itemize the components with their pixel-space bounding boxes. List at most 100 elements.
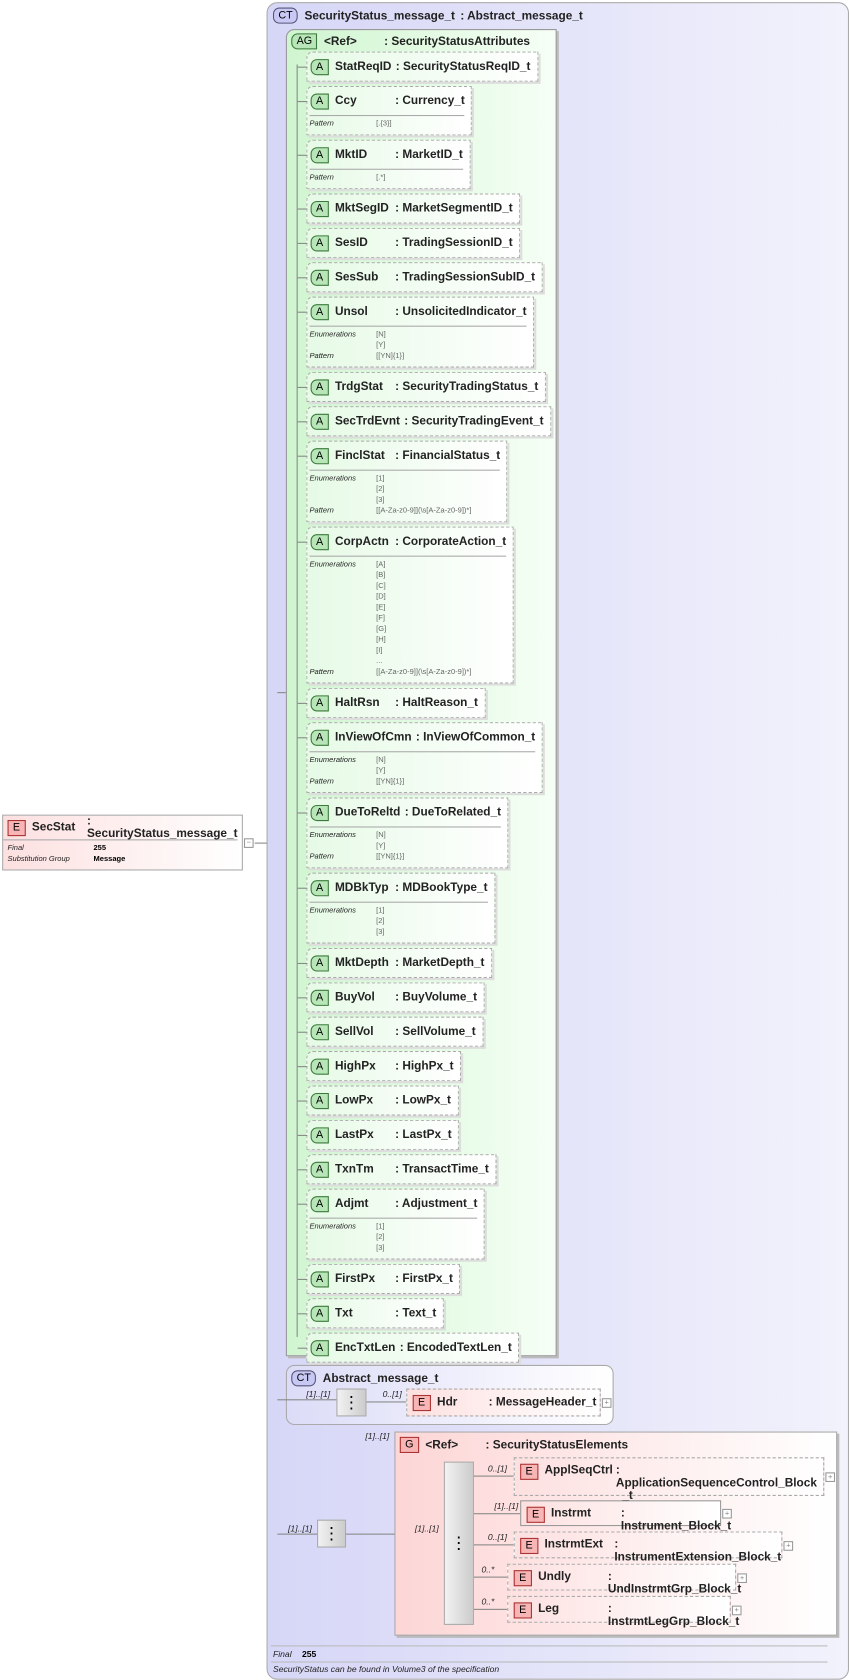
attribute-icon: A bbox=[310, 729, 329, 746]
connector bbox=[297, 154, 308, 156]
cardinality: 0..[1] bbox=[487, 1532, 508, 1543]
attribute-group-name: : SecurityStatusAttributes bbox=[384, 34, 530, 48]
cardinality: 0..* bbox=[481, 1564, 495, 1575]
attribute-name: InViewOfCmn bbox=[334, 730, 412, 744]
attribute-unsol[interactable]: A Unsol: UnsolicitedIndicator_t Enumeratio… bbox=[297, 296, 535, 368]
element-name: Leg bbox=[538, 1602, 560, 1616]
attribute-duetoreltd[interactable]: A DueToReltd: DueToRelated_t Enumerations [… bbox=[297, 797, 509, 869]
footer-note: SecurityStatus can be found in Volume3 o… bbox=[272, 1664, 500, 1675]
facet-value: [3] bbox=[376, 496, 385, 505]
attribute-inviewofcmn[interactable]: A InViewOfCmn: InViewOfCommon_t Enumeratio… bbox=[297, 722, 543, 794]
attribute-icon: A bbox=[310, 378, 329, 395]
attribute-sectrdevnt[interactable]: A SecTrdEvnt: SecurityTradingEvent_t bbox=[297, 406, 552, 437]
attribute-type: : FirstPx_t bbox=[395, 1272, 453, 1286]
facet-key: Enumerations bbox=[309, 907, 356, 915]
attribute-name: TrdgStat bbox=[334, 380, 383, 394]
schema-diagram: E SecStat : SecurityStatus_message_t Fin… bbox=[0, 0, 849, 1680]
attribute-icon: A bbox=[310, 413, 329, 430]
element-applseqctrl[interactable]: E ApplSeqCtrl : ApplicationSequenceContr… bbox=[513, 1457, 825, 1502]
sequence-icon[interactable]: ⋮ bbox=[336, 1388, 367, 1417]
facet-key: Enumerations bbox=[309, 1223, 356, 1231]
attribute-enctxtlen[interactable]: A EncTxtLen: EncodedTextLen_t bbox=[297, 1332, 520, 1363]
attribute-lowpx[interactable]: A LowPx: LowPx_t bbox=[297, 1085, 459, 1116]
attribute-icon: A bbox=[310, 234, 329, 251]
attribute-txntm[interactable]: A TxnTm: TransactTime_t bbox=[297, 1154, 497, 1185]
group-icon: G bbox=[399, 1436, 419, 1453]
element-hdr[interactable]: E Hdr : MessageHeader_t bbox=[406, 1388, 601, 1417]
facet-key-spacer bbox=[310, 635, 377, 646]
attribute-type: : SecurityStatusReqID_t bbox=[395, 60, 531, 74]
element-name: SecStat bbox=[31, 821, 76, 834]
attribute-icon: A bbox=[310, 447, 329, 464]
facet-value: [A] bbox=[376, 560, 386, 569]
expand-button[interactable]: + bbox=[722, 1508, 732, 1519]
attribute-lastpx[interactable]: A LastPx: LastPx_t bbox=[297, 1119, 460, 1150]
facet-key-spacer bbox=[310, 917, 377, 928]
facet-key: Final bbox=[7, 844, 24, 853]
attribute-trdgstat[interactable]: A TrdgStat: SecurityTradingStatus_t bbox=[297, 371, 546, 402]
root-element-secstat[interactable]: E SecStat : SecurityStatus_message_t Fin… bbox=[2, 814, 243, 871]
divider bbox=[270, 1661, 828, 1663]
element-instrmt[interactable]: E Instrmt : Instrument_Block_t bbox=[520, 1500, 731, 1533]
attribute-icon: A bbox=[310, 694, 329, 711]
expand-button[interactable]: + bbox=[731, 1605, 742, 1615]
connector bbox=[297, 208, 308, 210]
sequence-icon[interactable]: ⋮ bbox=[443, 1461, 474, 1625]
attribute-mktdepth[interactable]: A MktDepth: MarketDepth_t bbox=[297, 947, 492, 978]
attribute-adjmt[interactable]: A Adjmt: Adjustment_t Enumerations [1] [2] [3… bbox=[297, 1188, 485, 1260]
element-type: : UndInstrmtGrp_Block_t bbox=[608, 1570, 741, 1596]
facets: Pattern [.{3}] bbox=[309, 114, 465, 134]
attribute-mdbktyp[interactable]: A MDBkTyp: MDBookType_t Enumerations [1] [2]… bbox=[297, 872, 496, 944]
expand-button[interactable]: + bbox=[825, 1472, 836, 1483]
facet-key-spacer bbox=[310, 766, 377, 777]
attribute-statreqid[interactable]: A StatReqID: SecurityStatusReqID_t bbox=[297, 51, 538, 82]
attribute-icon: A bbox=[310, 1092, 329, 1109]
attribute-sessub[interactable]: A SesSub: TradingSessionSubID_t bbox=[297, 262, 543, 293]
attribute-type: : HighPx_t bbox=[395, 1059, 454, 1073]
facet-value: [[A-Za-z0-9]](\s[A-Za-z0-9])*] bbox=[376, 668, 472, 676]
collapse-button[interactable]: − bbox=[243, 838, 254, 848]
sequence-icon[interactable]: ⋮ bbox=[317, 1519, 347, 1548]
attribute-type: : SellVolume_t bbox=[395, 1025, 476, 1039]
element-type: : MessageHeader_t bbox=[488, 1396, 597, 1409]
attribute-firstpx[interactable]: A FirstPx: FirstPx_t bbox=[297, 1263, 461, 1294]
connector bbox=[297, 887, 308, 889]
facet-key-spacer bbox=[310, 485, 377, 496]
attribute-corpactn[interactable]: A CorpActn: CorporateAction_t Enumerations… bbox=[297, 526, 514, 684]
attribute-group-icon: AG bbox=[291, 33, 318, 50]
element-leg[interactable]: E Leg : InstrmtLegGrp_Block_t bbox=[507, 1595, 739, 1628]
attribute-txt[interactable]: A Txt: Text_t bbox=[297, 1298, 444, 1329]
attribute-mktsegid[interactable]: A MktSegID: MarketSegmentID_t bbox=[297, 193, 521, 224]
element-instrmtext[interactable]: E InstrmtExt : InstrumentExtension_Block… bbox=[513, 1531, 783, 1564]
attribute-buyvol[interactable]: A BuyVol: BuyVolume_t bbox=[297, 982, 485, 1013]
expand-button[interactable]: + bbox=[783, 1540, 794, 1551]
facets: Enumerations [N] [Y] Pattern [[YN]{1}] bbox=[309, 826, 502, 867]
expand-button[interactable]: + bbox=[601, 1398, 612, 1408]
facet-value: [2] bbox=[376, 485, 385, 494]
facet-key-spacer bbox=[310, 614, 377, 625]
element-undly[interactable]: E Undly : UndInstrmtGrp_Block_t bbox=[507, 1563, 741, 1596]
attribute-mktid[interactable]: A MktID: MarketID_t Pattern [.*] bbox=[297, 139, 471, 190]
attribute-highpx[interactable]: A HighPx: HighPx_t bbox=[297, 1051, 462, 1082]
expand-button[interactable]: + bbox=[737, 1572, 747, 1583]
attribute-ccy[interactable]: A Ccy: Currency_t Pattern [.{3}] bbox=[297, 85, 473, 136]
facet-value: ... bbox=[376, 657, 383, 666]
cardinality: [1]..[1] bbox=[414, 1523, 439, 1534]
attribute-finclstat[interactable]: A FinclStat: FinancialStatus_t Enumeration… bbox=[297, 440, 508, 523]
facet-key-spacer bbox=[310, 571, 377, 582]
facet-value: [H] bbox=[376, 636, 386, 644]
attribute-name: TxnTm bbox=[334, 1162, 374, 1176]
element-icon: E bbox=[520, 1463, 539, 1480]
attribute-sesid[interactable]: A SesID: TradingSessionID_t bbox=[297, 227, 521, 258]
facet-value: [1] bbox=[376, 907, 385, 915]
connector bbox=[297, 421, 308, 423]
group-ref: <Ref> bbox=[425, 1438, 459, 1452]
facet-key: Enumerations bbox=[309, 560, 356, 569]
facet-key: Enumerations bbox=[309, 475, 356, 483]
attribute-name: LastPx bbox=[334, 1128, 374, 1142]
attribute-list: A StatReqID: SecurityStatusReqID_t A Ccy: C… bbox=[297, 51, 552, 1402]
attribute-type: : EncodedTextLen_t bbox=[399, 1341, 512, 1355]
connector bbox=[473, 1576, 508, 1578]
attribute-sellvol[interactable]: A SellVol: SellVolume_t bbox=[297, 1016, 484, 1047]
attribute-haltrsn[interactable]: A HaltRsn: HaltReason_t bbox=[297, 687, 486, 718]
